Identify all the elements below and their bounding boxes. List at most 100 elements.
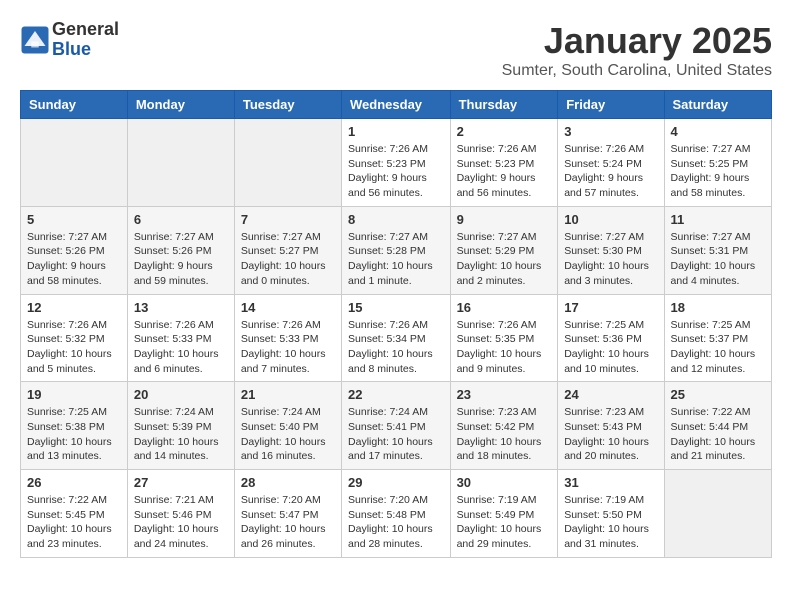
- day-info: Sunrise: 7:21 AM Sunset: 5:46 PM Dayligh…: [134, 493, 228, 552]
- weekday-header: Thursday: [450, 91, 558, 119]
- calendar-cell: 13 Sunrise: 7:26 AM Sunset: 5:33 PM Dayli…: [127, 294, 234, 382]
- weekday-header: Sunday: [21, 91, 128, 119]
- title-area: January 2025 Sumter, South Carolina, Uni…: [502, 20, 772, 80]
- weekday-header: Monday: [127, 91, 234, 119]
- calendar-cell: 28 Sunrise: 7:20 AM Sunset: 5:47 PM Dayli…: [234, 470, 341, 558]
- logo-icon: [20, 25, 50, 55]
- day-info: Sunrise: 7:27 AM Sunset: 5:30 PM Dayligh…: [564, 230, 657, 289]
- location: Sumter, South Carolina, United States: [502, 62, 772, 80]
- calendar-cell: 19 Sunrise: 7:25 AM Sunset: 5:38 PM Dayli…: [21, 382, 128, 470]
- day-info: Sunrise: 7:20 AM Sunset: 5:48 PM Dayligh…: [348, 493, 444, 552]
- calendar-week-row: 1Sunrise: 7:26 AM Sunset: 5:23 PM Daylig…: [21, 119, 772, 207]
- day-number: 28: [241, 475, 335, 490]
- day-number: 14: [241, 300, 335, 315]
- day-info: Sunrise: 7:20 AM Sunset: 5:47 PM Dayligh…: [241, 493, 335, 552]
- day-info: Sunrise: 7:27 AM Sunset: 5:27 PM Dayligh…: [241, 230, 335, 289]
- day-info: Sunrise: 7:24 AM Sunset: 5:40 PM Dayligh…: [241, 405, 335, 464]
- calendar-cell: 26Sunrise: 7:22 AM Sunset: 5:45 PM Dayli…: [21, 470, 128, 558]
- day-info: Sunrise: 7:25 AM Sunset: 5:38 PM Dayligh…: [27, 405, 121, 464]
- day-info: Sunrise: 7:23 AM Sunset: 5:42 PM Dayligh…: [457, 405, 552, 464]
- day-number: 10: [564, 212, 657, 227]
- calendar-cell: 16Sunrise: 7:26 AM Sunset: 5:35 PM Dayli…: [450, 294, 558, 382]
- day-info: Sunrise: 7:26 AM Sunset: 5:34 PM Dayligh…: [348, 318, 444, 377]
- day-number: 4: [671, 124, 765, 139]
- calendar-cell: 14 Sunrise: 7:26 AM Sunset: 5:33 PM Dayli…: [234, 294, 341, 382]
- day-info: Sunrise: 7:26 AM Sunset: 5:33 PM Dayligh…: [241, 318, 335, 377]
- calendar-cell: 8 Sunrise: 7:27 AM Sunset: 5:28 PM Daylig…: [342, 206, 451, 294]
- calendar-cell: 17 Sunrise: 7:25 AM Sunset: 5:36 PM Dayli…: [558, 294, 664, 382]
- day-info: Sunrise: 7:26 AM Sunset: 5:23 PM Dayligh…: [457, 142, 552, 201]
- day-number: 24: [564, 387, 657, 402]
- calendar-cell: 21 Sunrise: 7:24 AM Sunset: 5:40 PM Dayli…: [234, 382, 341, 470]
- calendar-cell: 7 Sunrise: 7:27 AM Sunset: 5:27 PM Daylig…: [234, 206, 341, 294]
- day-number: 3: [564, 124, 657, 139]
- calendar-cell: 10 Sunrise: 7:27 AM Sunset: 5:30 PM Dayli…: [558, 206, 664, 294]
- day-info: Sunrise: 7:23 AM Sunset: 5:43 PM Dayligh…: [564, 405, 657, 464]
- day-info: Sunrise: 7:26 AM Sunset: 5:23 PM Dayligh…: [348, 142, 444, 201]
- day-number: 26: [27, 475, 121, 490]
- logo-text: General Blue: [52, 20, 119, 60]
- day-number: 2: [457, 124, 552, 139]
- calendar-cell: 15Sunrise: 7:26 AM Sunset: 5:34 PM Dayli…: [342, 294, 451, 382]
- day-number: 25: [671, 387, 765, 402]
- weekday-header: Saturday: [664, 91, 771, 119]
- calendar-cell: [127, 119, 234, 207]
- calendar-cell: 2 Sunrise: 7:26 AM Sunset: 5:23 PM Daylig…: [450, 119, 558, 207]
- calendar-week-row: 19 Sunrise: 7:25 AM Sunset: 5:38 PM Dayli…: [21, 382, 772, 470]
- day-number: 20: [134, 387, 228, 402]
- day-info: Sunrise: 7:24 AM Sunset: 5:41 PM Dayligh…: [348, 405, 444, 464]
- day-info: Sunrise: 7:22 AM Sunset: 5:44 PM Dayligh…: [671, 405, 765, 464]
- calendar-cell: 1Sunrise: 7:26 AM Sunset: 5:23 PM Daylig…: [342, 119, 451, 207]
- calendar-cell: 4 Sunrise: 7:27 AM Sunset: 5:25 PM Daylig…: [664, 119, 771, 207]
- calendar-week-row: 26Sunrise: 7:22 AM Sunset: 5:45 PM Dayli…: [21, 470, 772, 558]
- weekday-header: Tuesday: [234, 91, 341, 119]
- logo: General Blue: [20, 20, 119, 60]
- day-number: 16: [457, 300, 552, 315]
- day-info: Sunrise: 7:26 AM Sunset: 5:24 PM Dayligh…: [564, 142, 657, 201]
- day-number: 29: [348, 475, 444, 490]
- calendar-cell: 12Sunrise: 7:26 AM Sunset: 5:32 PM Dayli…: [21, 294, 128, 382]
- day-number: 11: [671, 212, 765, 227]
- day-number: 6: [134, 212, 228, 227]
- weekday-header-row: SundayMondayTuesdayWednesdayThursdayFrid…: [21, 91, 772, 119]
- day-number: 31: [564, 475, 657, 490]
- day-info: Sunrise: 7:27 AM Sunset: 5:25 PM Dayligh…: [671, 142, 765, 201]
- day-number: 18: [671, 300, 765, 315]
- day-number: 8: [348, 212, 444, 227]
- calendar-week-row: 5 Sunrise: 7:27 AM Sunset: 5:26 PM Daylig…: [21, 206, 772, 294]
- calendar-cell: [664, 470, 771, 558]
- day-info: Sunrise: 7:24 AM Sunset: 5:39 PM Dayligh…: [134, 405, 228, 464]
- calendar-cell: 20 Sunrise: 7:24 AM Sunset: 5:39 PM Dayli…: [127, 382, 234, 470]
- day-number: 21: [241, 387, 335, 402]
- day-info: Sunrise: 7:27 AM Sunset: 5:29 PM Dayligh…: [457, 230, 552, 289]
- calendar-cell: 24 Sunrise: 7:23 AM Sunset: 5:43 PM Dayli…: [558, 382, 664, 470]
- day-number: 17: [564, 300, 657, 315]
- day-info: Sunrise: 7:26 AM Sunset: 5:32 PM Dayligh…: [27, 318, 121, 377]
- day-number: 22: [348, 387, 444, 402]
- day-number: 23: [457, 387, 552, 402]
- month-title: January 2025: [502, 20, 772, 62]
- day-number: 7: [241, 212, 335, 227]
- calendar-week-row: 12Sunrise: 7:26 AM Sunset: 5:32 PM Dayli…: [21, 294, 772, 382]
- calendar-cell: 31Sunrise: 7:19 AM Sunset: 5:50 PM Dayli…: [558, 470, 664, 558]
- day-number: 9: [457, 212, 552, 227]
- calendar-cell: 29 Sunrise: 7:20 AM Sunset: 5:48 PM Dayli…: [342, 470, 451, 558]
- day-info: Sunrise: 7:27 AM Sunset: 5:28 PM Dayligh…: [348, 230, 444, 289]
- day-number: 13: [134, 300, 228, 315]
- day-info: Sunrise: 7:26 AM Sunset: 5:33 PM Dayligh…: [134, 318, 228, 377]
- day-info: Sunrise: 7:27 AM Sunset: 5:26 PM Dayligh…: [134, 230, 228, 289]
- calendar-cell: 5Sunrise: 7:27 AM Sunset: 5:26 PM Daylig…: [21, 206, 128, 294]
- calendar-cell: 18 Sunrise: 7:25 AM Sunset: 5:37 PM Dayli…: [664, 294, 771, 382]
- calendar-cell: 9 Sunrise: 7:27 AM Sunset: 5:29 PM Daylig…: [450, 206, 558, 294]
- calendar-cell: 6 Sunrise: 7:27 AM Sunset: 5:26 PM Daylig…: [127, 206, 234, 294]
- day-info: Sunrise: 7:25 AM Sunset: 5:36 PM Dayligh…: [564, 318, 657, 377]
- calendar-table: SundayMondayTuesdayWednesdayThursdayFrid…: [20, 90, 772, 558]
- calendar-cell: 11Sunrise: 7:27 AM Sunset: 5:31 PM Dayli…: [664, 206, 771, 294]
- calendar-cell: 23 Sunrise: 7:23 AM Sunset: 5:42 PM Dayli…: [450, 382, 558, 470]
- day-info: Sunrise: 7:25 AM Sunset: 5:37 PM Dayligh…: [671, 318, 765, 377]
- day-number: 5: [27, 212, 121, 227]
- logo-blue: Blue: [52, 40, 119, 60]
- day-info: Sunrise: 7:19 AM Sunset: 5:49 PM Dayligh…: [457, 493, 552, 552]
- day-number: 19: [27, 387, 121, 402]
- calendar-cell: [234, 119, 341, 207]
